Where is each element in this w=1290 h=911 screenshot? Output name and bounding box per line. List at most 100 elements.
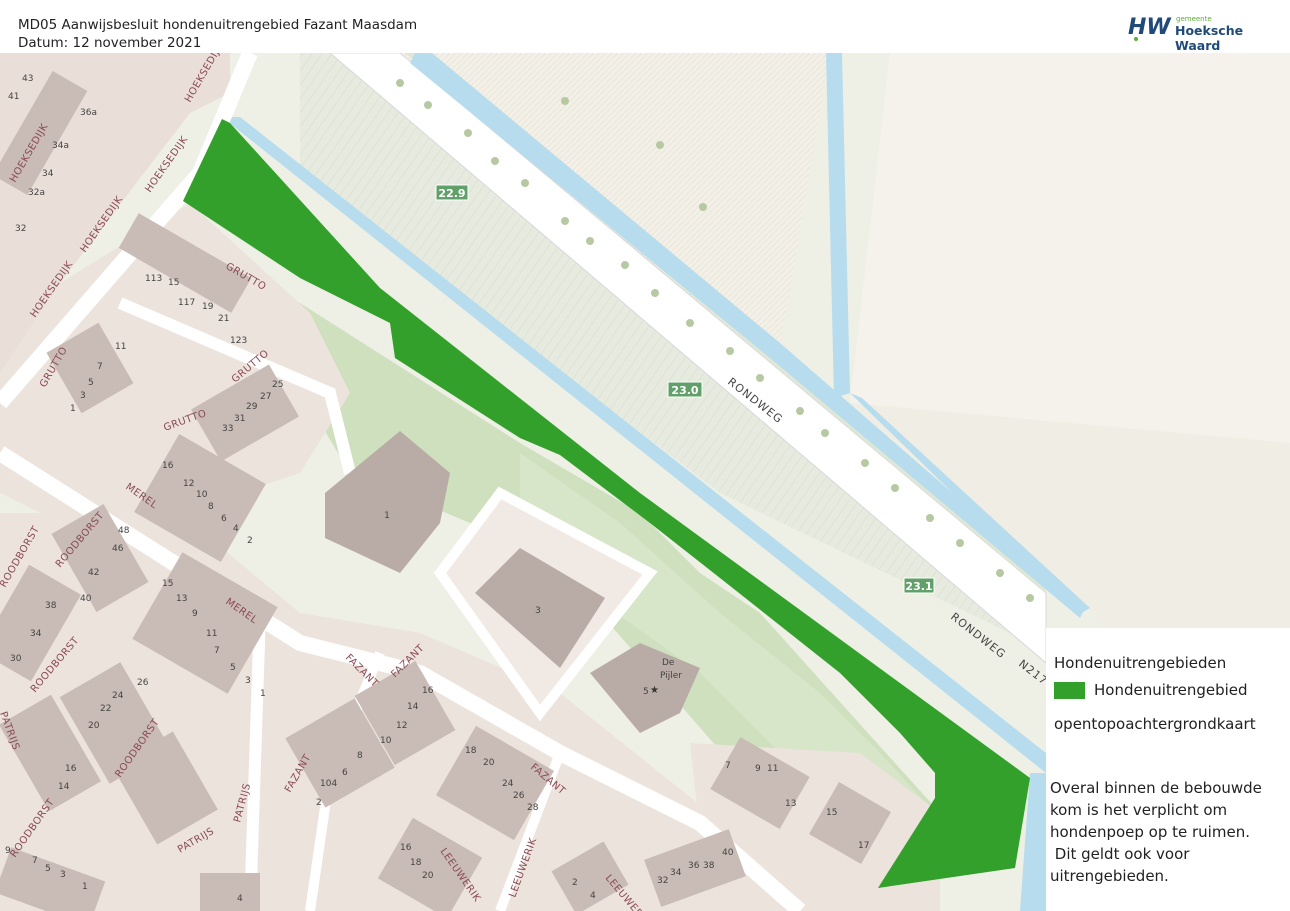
svg-text:19: 19	[202, 302, 214, 312]
svg-text:16: 16	[65, 764, 77, 774]
svg-text:28: 28	[527, 803, 539, 813]
legend-panel: Hondenuitrengebieden Hondenuitrengebied …	[1046, 628, 1290, 911]
svg-text:8: 8	[357, 751, 363, 761]
svg-text:20: 20	[483, 758, 495, 768]
svg-text:16: 16	[162, 461, 174, 471]
svg-text:43: 43	[22, 74, 33, 84]
svg-text:26: 26	[513, 791, 525, 801]
hm-229-label: 22.9	[438, 187, 465, 200]
label-building-1: 1	[384, 511, 390, 521]
logo-small-text: gemeente	[1176, 15, 1212, 23]
municipality-logo: HW gemeente Hoeksche Waard	[1128, 12, 1278, 53]
star-icon: ★	[650, 685, 659, 696]
svg-text:42: 42	[88, 568, 99, 578]
svg-text:6: 6	[342, 768, 348, 778]
svg-text:123: 123	[230, 336, 247, 346]
svg-text:4: 4	[590, 891, 596, 901]
legend-basemap: opentopoachtergrondkaart	[1054, 715, 1256, 733]
header: MD05 Aanwijsbesluit hondenuitrengebied F…	[0, 0, 1290, 53]
svg-text:31: 31	[234, 414, 245, 424]
svg-text:7: 7	[32, 856, 38, 866]
svg-text:1: 1	[260, 689, 266, 699]
map-title: MD05 Aanwijsbesluit hondenuitrengebied F…	[18, 17, 418, 33]
svg-text:17: 17	[858, 841, 869, 851]
svg-text:12: 12	[183, 479, 194, 489]
svg-text:16: 16	[422, 686, 434, 696]
svg-text:24: 24	[502, 779, 514, 789]
svg-text:13: 13	[785, 799, 796, 809]
svg-text:1: 1	[82, 882, 88, 892]
svg-text:11: 11	[767, 764, 778, 774]
svg-text:7: 7	[214, 646, 220, 656]
svg-text:32: 32	[15, 224, 26, 234]
svg-text:104: 104	[320, 779, 337, 789]
svg-text:29: 29	[246, 402, 258, 412]
svg-text:1: 1	[70, 404, 76, 414]
svg-text:11: 11	[115, 342, 126, 352]
svg-text:2: 2	[316, 798, 322, 808]
svg-text:24: 24	[112, 691, 124, 701]
svg-text:36: 36	[688, 861, 700, 871]
svg-text:5: 5	[45, 864, 51, 874]
svg-text:6: 6	[221, 514, 227, 524]
legend-swatch-dog-area	[1054, 682, 1085, 699]
svg-text:5: 5	[88, 378, 94, 388]
svg-text:38: 38	[45, 601, 57, 611]
svg-text:33: 33	[222, 424, 233, 434]
svg-text:21: 21	[218, 314, 229, 324]
svg-text:7: 7	[725, 761, 731, 771]
hm-230-label: 23.0	[671, 384, 698, 397]
svg-text:10: 10	[196, 490, 208, 500]
svg-text:48: 48	[118, 526, 130, 536]
svg-text:13: 13	[176, 594, 187, 604]
hectometer-marker-230: 23.0	[667, 381, 703, 398]
svg-text:113: 113	[145, 274, 162, 284]
svg-text:32a: 32a	[28, 188, 45, 198]
svg-text:3: 3	[80, 391, 86, 401]
svg-text:10: 10	[380, 736, 392, 746]
note-line-2: kom is het verplicht om	[1050, 801, 1228, 819]
svg-text:15: 15	[168, 278, 179, 288]
svg-text:34: 34	[30, 629, 42, 639]
svg-text:2: 2	[247, 536, 253, 546]
note-line-1: Overal binnen de bebouwde	[1050, 779, 1262, 797]
svg-text:9: 9	[192, 609, 198, 619]
svg-text:2: 2	[572, 878, 578, 888]
svg-text:117: 117	[178, 298, 195, 308]
note-line-3: hondenpoep op te ruimen.	[1050, 823, 1250, 841]
legend-item-dog-area: Hondenuitrengebied	[1094, 681, 1248, 699]
svg-text:5: 5	[230, 663, 236, 673]
svg-text:8: 8	[208, 502, 214, 512]
svg-text:25: 25	[272, 380, 283, 390]
svg-text:14: 14	[58, 782, 70, 792]
svg-text:34: 34	[42, 169, 54, 179]
svg-text:3: 3	[60, 870, 66, 880]
note-line-5: uitrengebieden.	[1050, 867, 1169, 885]
svg-text:27: 27	[260, 392, 271, 402]
svg-text:14: 14	[407, 702, 419, 712]
logo-name: Hoeksche Waard	[1175, 23, 1244, 53]
hectometer-marker-229: 22.9	[435, 184, 469, 201]
svg-text:9: 9	[755, 764, 761, 774]
legend-notes: Overal binnen de bebouwde kom is het ver…	[1050, 777, 1262, 887]
logo-mark: HW	[1128, 15, 1172, 40]
svg-text:38: 38	[703, 861, 715, 871]
legend-heading: Hondenuitrengebieden	[1054, 654, 1227, 672]
hectometer-marker-231: 23.1	[903, 577, 935, 594]
svg-text:3: 3	[245, 676, 251, 686]
svg-text:40: 40	[722, 848, 734, 858]
map-date: Datum: 12 november 2021	[18, 35, 202, 51]
svg-text:4: 4	[237, 894, 243, 904]
svg-text:9: 9	[5, 846, 11, 856]
svg-text:18: 18	[465, 746, 477, 756]
svg-text:11: 11	[206, 629, 217, 639]
svg-text:18: 18	[410, 858, 422, 868]
svg-text:36a: 36a	[80, 108, 97, 118]
svg-text:16: 16	[400, 843, 412, 853]
svg-text:46: 46	[112, 544, 124, 554]
hm-231-label: 23.1	[905, 580, 932, 593]
label-pijler-2: Pijler	[660, 671, 682, 681]
hw-logo-icon: HW	[1128, 15, 1172, 41]
svg-text:4: 4	[233, 524, 239, 534]
svg-text:7: 7	[97, 362, 103, 372]
